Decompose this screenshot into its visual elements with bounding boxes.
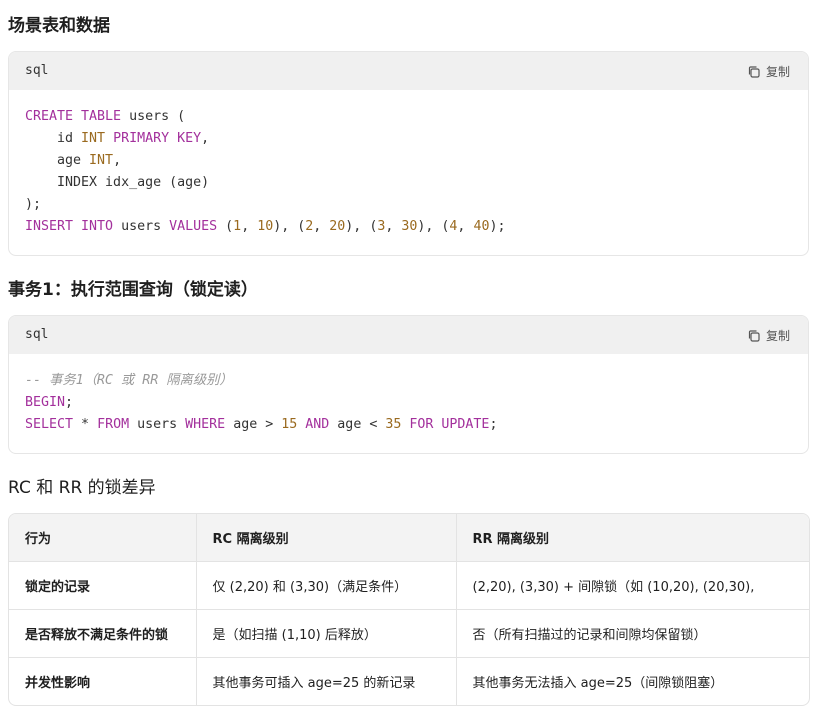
code-token: ;	[489, 417, 498, 432]
column-header: 行为	[9, 514, 197, 562]
code-line: id INT PRIMARY KEY,	[25, 128, 792, 150]
code-token: AND	[305, 417, 330, 432]
code-token: FROM	[97, 417, 130, 432]
code-line: CREATE TABLE users (	[25, 106, 792, 128]
code-token: ), (	[345, 219, 378, 234]
code-token: SELECT	[25, 417, 74, 432]
heading-lock-diff: RC 和 RR 的锁差异	[8, 478, 156, 498]
code-token: *	[73, 417, 98, 432]
heading-transaction1: 事务1：执行范围查询（锁定读）	[8, 280, 258, 300]
code-token: ,	[313, 219, 330, 234]
table-cell: 是否释放不满足条件的锁	[9, 609, 197, 658]
code-content: -- 事务1（RC 或 RR 隔离级别） BEGIN; SELECT * FROM …	[9, 354, 808, 452]
column-header: RC 隔离级别	[196, 514, 457, 562]
table-row: 并发性影响 其他事务可插入 age=25 的新记录 其他事务无法插入 age=2…	[9, 657, 809, 705]
code-token: ;	[65, 395, 74, 410]
code-line: BEGIN;	[25, 392, 792, 414]
copy-label: 复制	[765, 65, 790, 79]
code-token: FOR UPDATE	[409, 417, 490, 432]
table-row: 锁定的记录 仅 (2,20) 和 (3,30)（满足条件） (2,20), (3…	[9, 561, 809, 610]
code-token: age <	[329, 417, 386, 432]
code-token: -- 事务1（RC 或 RR 隔离级别）	[25, 373, 233, 388]
code-token: ), (	[417, 219, 450, 234]
code-line: );	[25, 194, 792, 216]
table-cell: 并发性影响	[9, 657, 197, 705]
code-token: WHERE	[185, 417, 226, 432]
code-token: 20	[329, 219, 346, 234]
code-token: INSERT INTO	[25, 219, 114, 234]
code-content: CREATE TABLE users ( id INT PRIMARY KEY,…	[9, 90, 808, 254]
code-token: INDEX idx_age (age)	[25, 175, 210, 190]
table-header-row: 行为 RC 隔离级别 RR 隔离级别	[9, 514, 809, 562]
code-token: age >	[225, 417, 282, 432]
code-token: VALUES	[169, 219, 218, 234]
table-cell: 否（所有扫描过的记录和间隙均保留锁）	[456, 609, 809, 658]
code-token: ,	[457, 219, 474, 234]
code-block-header: sql 复制	[9, 316, 808, 354]
code-token: 40	[473, 219, 490, 234]
code-line: -- 事务1（RC 或 RR 隔离级别）	[25, 370, 792, 392]
code-token: ,	[201, 131, 210, 146]
code-line: SELECT * FROM users WHERE age > 15 AND a…	[25, 414, 792, 436]
code-token: 35	[385, 417, 402, 432]
table-cell: 是（如扫描 (1,10) 后释放）	[196, 609, 457, 658]
copy-button[interactable]: 复制	[747, 63, 790, 80]
table-cell: 仅 (2,20) 和 (3,30)（满足条件）	[196, 561, 457, 610]
code-token: age	[25, 153, 90, 168]
table-cell: 其他事务无法插入 age=25（间隙锁阻塞）	[472, 676, 724, 691]
code-block-select: sql 复制 -- 事务1（RC 或 RR 隔离级别） BEGIN; SELECT …	[8, 315, 809, 454]
code-line: age INT,	[25, 150, 792, 172]
code-line: INDEX idx_age (age)	[25, 172, 792, 194]
code-token: users (	[121, 109, 186, 124]
code-language-label: sql	[25, 327, 49, 342]
code-token: id	[25, 131, 82, 146]
code-token: users	[113, 219, 170, 234]
table-cell: (2,20), (3,30) + 间隙锁（如 (10,20), (20,30),	[456, 561, 809, 610]
code-token: );	[489, 219, 506, 234]
code-token: BEGIN	[25, 395, 66, 410]
table-row: 是否释放不满足条件的锁 是（如扫描 (1,10) 后释放） 否（所有扫描过的记录…	[9, 609, 809, 658]
code-token: 1	[233, 219, 242, 234]
code-token: ,	[385, 219, 402, 234]
table-cell: 其他事务可插入 age=25 的新记录	[196, 657, 457, 705]
column-header: RR 隔离级别	[456, 514, 809, 562]
code-token: ), (	[273, 219, 306, 234]
code-token: users	[129, 417, 186, 432]
code-token: INT	[89, 153, 114, 168]
code-token: PRIMARY KEY	[113, 131, 202, 146]
copy-label: 复制	[765, 329, 790, 343]
code-token: 10	[257, 219, 274, 234]
code-token: INT	[81, 131, 106, 146]
comparison-table: 行为 RC 隔离级别 RR 隔离级别 锁定的记录 仅 (2,20) 和 (3,3…	[8, 513, 810, 706]
code-token: CREATE TABLE	[25, 109, 122, 124]
code-token: (	[217, 219, 234, 234]
copy-button[interactable]: 复制	[747, 327, 790, 344]
code-token: 15	[281, 417, 298, 432]
copy-icon	[748, 65, 760, 78]
code-block-create-table: sql 复制 CREATE TABLE users ( id INT PRIMA…	[8, 51, 809, 256]
table-cell: 锁定的记录	[9, 561, 197, 610]
code-token: 30	[401, 219, 418, 234]
code-token: ,	[241, 219, 258, 234]
copy-icon	[748, 329, 760, 342]
code-token: );	[25, 197, 42, 212]
heading-table-data: 场景表和数据	[8, 16, 110, 36]
code-token: ,	[113, 153, 122, 168]
code-language-label: sql	[25, 63, 49, 78]
code-line: INSERT INTO users VALUES (1, 10), (2, 20…	[25, 216, 792, 238]
code-block-header: sql 复制	[9, 52, 808, 90]
